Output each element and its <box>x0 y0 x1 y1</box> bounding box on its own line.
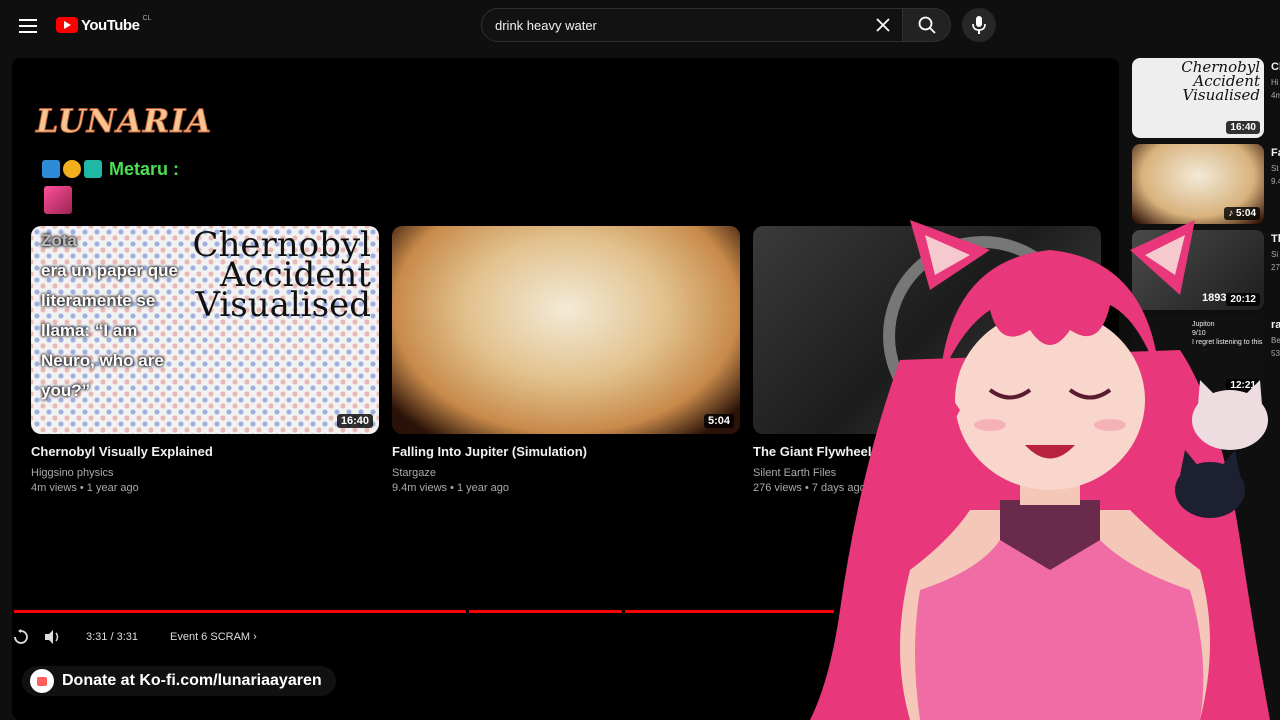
chat-username: Metaru : <box>109 158 180 179</box>
channel-name[interactable]: Higgsino physics <box>31 467 379 479</box>
player-controls: 3:31 / 3:31 Event 6 SCRAM › <box>12 628 257 646</box>
top-bar: YouTube CL <box>0 0 1280 50</box>
related-video-meta: 4m <box>1271 91 1280 100</box>
time-display: 3:31 / 3:31 <box>86 631 138 643</box>
chat-message: Zota era un paper que literamente se lla… <box>41 226 178 406</box>
chat-badge-icon <box>63 160 81 178</box>
video-meta: 9.4m views • 1 year ago <box>392 482 509 494</box>
chapter-marker <box>622 610 625 613</box>
volume-icon <box>45 630 59 644</box>
donate-banner: Donate at Ko-fi.com/lunariaayaren <box>22 666 336 696</box>
related-video-channel: St <box>1271 164 1279 173</box>
progress-bar[interactable] <box>14 610 834 613</box>
duration-badge: 5:04 <box>703 414 734 428</box>
duration-badge: 16:40 <box>336 414 373 428</box>
youtube-play-icon <box>56 17 78 33</box>
search-button[interactable] <box>903 8 951 42</box>
video-meta: 4m views • 1 year ago <box>31 482 139 494</box>
related-video[interactable]: Chernobyl Accident Visualised 16:40 Ch H… <box>1132 58 1280 142</box>
video-thumbnail[interactable]: Chernobyl Accident Visualised Zota era u… <box>31 226 379 434</box>
chat-badge-icon <box>84 160 102 178</box>
video-title[interactable]: Chernobyl Visually Explained <box>31 444 379 459</box>
menu-icon[interactable] <box>14 12 42 40</box>
chapter-label: Event 6 SCRAM <box>170 631 251 643</box>
chevron-right-icon: › <box>253 631 257 643</box>
related-video-title[interactable]: Ch <box>1271 60 1280 74</box>
replay-button[interactable] <box>12 628 30 646</box>
end-screen-video[interactable]: Chernobyl Accident Visualised Zota era u… <box>31 226 379 494</box>
chat-emote-icon <box>44 186 72 214</box>
chat-user-row: Metaru : <box>42 158 179 180</box>
youtube-wordmark: YouTube <box>81 16 140 34</box>
chapter-marker <box>466 610 469 613</box>
volume-button[interactable] <box>44 628 62 646</box>
channel-name[interactable]: Stargaze <box>392 467 740 479</box>
donate-text: Donate at Ko-fi.com/lunariaayaren <box>62 672 322 689</box>
related-video-title[interactable]: Fa <box>1271 146 1280 160</box>
streamer-logo-text: LUNARIA <box>35 102 213 141</box>
voice-search-button[interactable] <box>962 8 996 42</box>
search-box <box>481 8 903 42</box>
search-bar <box>481 8 951 42</box>
microphone-icon <box>972 16 986 34</box>
related-video-thumbnail[interactable]: Chernobyl Accident Visualised 16:40 <box>1132 58 1264 138</box>
thumbnail-title: Chernobyl Accident Visualised <box>1181 58 1260 104</box>
video-title[interactable]: Falling Into Jupiter (Simulation) <box>392 444 740 459</box>
replay-icon <box>14 629 28 644</box>
streamer-logo: LUNARIA <box>35 102 216 152</box>
related-video-channel: Hi <box>1271 78 1279 87</box>
avatar-blush-left <box>974 419 1006 431</box>
cat-plush-icon <box>1192 380 1268 450</box>
chapter-title[interactable]: Event 6 SCRAM › <box>170 631 257 643</box>
kofi-icon <box>30 669 54 693</box>
avatar-blush-right <box>1094 419 1126 431</box>
related-video-info: Fa St 9.4 <box>1271 146 1280 186</box>
thumbnail-title: Chernobyl Accident Visualised <box>192 226 372 325</box>
video-thumbnail[interactable]: 5:04 <box>392 226 740 434</box>
vtuber-avatar <box>810 220 1270 720</box>
related-video-meta: 9.4 <box>1271 177 1280 186</box>
chat-message-user: Zota <box>41 231 77 250</box>
chat-badge-icon <box>42 160 60 178</box>
related-video-info: Ch Hi 4m <box>1271 60 1280 100</box>
clear-search-icon[interactable] <box>870 12 896 38</box>
search-input[interactable] <box>495 17 870 33</box>
duration-badge: 16:40 <box>1226 121 1260 134</box>
search-icon <box>918 16 936 34</box>
region-code: CL <box>142 14 152 22</box>
end-screen-video[interactable]: 5:04 Falling Into Jupiter (Simulation) S… <box>392 226 740 494</box>
youtube-logo[interactable]: YouTube CL <box>56 14 151 36</box>
